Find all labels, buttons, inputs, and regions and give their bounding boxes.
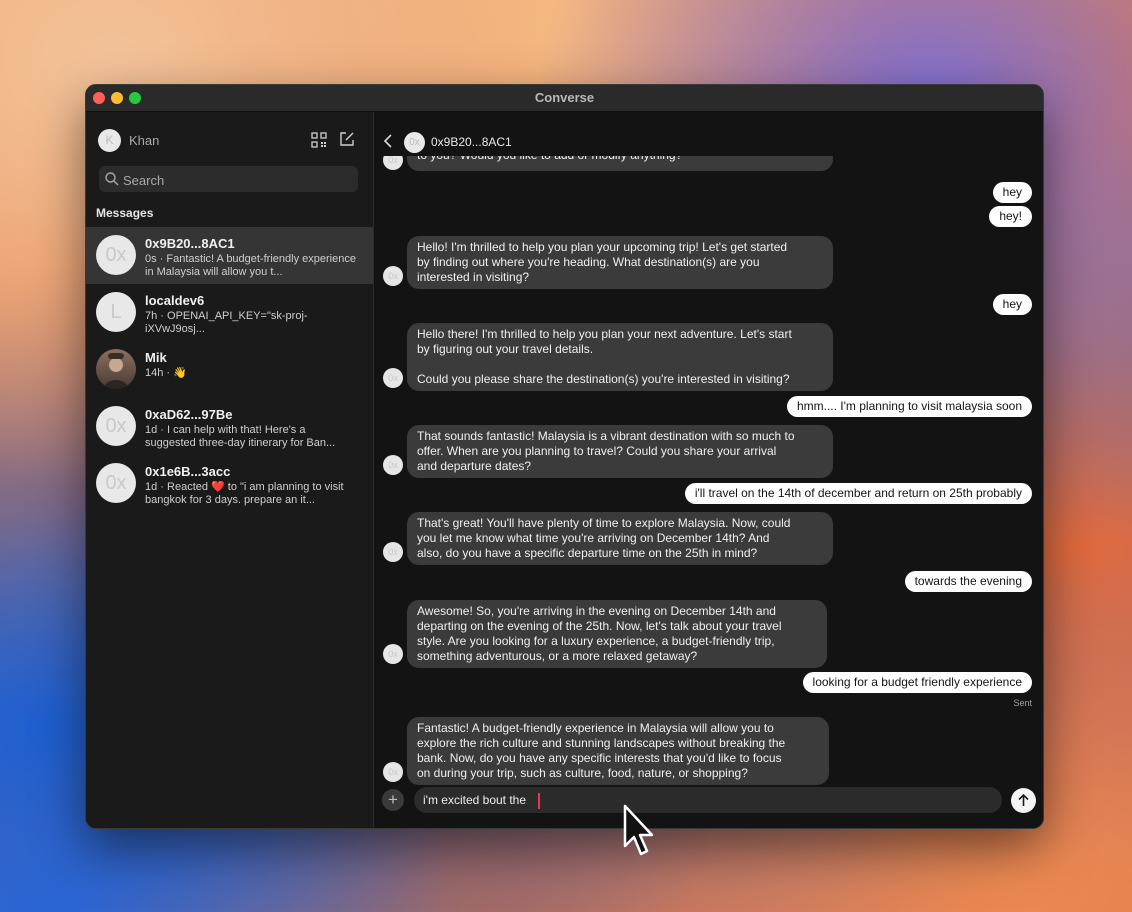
incoming-message: Fantastic! A budget-friendly experience … — [407, 717, 829, 785]
search-box — [99, 166, 358, 194]
mouse-pointer-icon — [623, 804, 654, 856]
incoming-message: That sounds fantastic! Malaysia is a vib… — [407, 425, 833, 478]
outgoing-message: hey — [992, 294, 1032, 315]
conversation-item[interactable]: L localdev6 7h · OPENAI_API_KEY="sk-proj… — [86, 284, 373, 341]
chat-header-name[interactable]: 0x9B20...8AC1 — [431, 135, 512, 149]
message-avatar: 0x — [383, 542, 403, 562]
person-photo-icon — [104, 353, 128, 389]
incoming-message: That's great! You'll have plenty of time… — [407, 512, 833, 565]
sent-status: Sent — [1013, 698, 1032, 708]
outgoing-message: hey — [992, 182, 1032, 203]
sidebar: K Khan Messages 0x 0x9B20...8 — [86, 112, 374, 828]
incoming-message: Hello! I'm thrilled to help you plan you… — [407, 236, 833, 289]
conversation-name: 0x1e6B...3acc — [145, 464, 231, 479]
qr-code-icon[interactable] — [310, 131, 328, 149]
conversation-preview: 14h · 👋 — [145, 367, 187, 379]
conversation-name: Mik — [145, 350, 167, 365]
conversation-avatar: L — [96, 292, 136, 332]
composer: + — [374, 778, 1043, 828]
back-chevron-icon[interactable] — [382, 133, 394, 149]
conversation-item[interactable]: 0x 0xaD62...97Be 1d · I can help with th… — [86, 398, 373, 455]
conversation-preview: 1d · I can help with that! Here's a sugg… — [145, 424, 336, 449]
conversation-item[interactable]: Mik 14h · 👋 — [86, 341, 373, 398]
outgoing-message: hmm.... I'm planning to visit malaysia s… — [786, 396, 1032, 417]
message-input[interactable] — [414, 787, 1002, 813]
send-button[interactable] — [1011, 788, 1036, 813]
conversation-avatar: 0x — [96, 406, 136, 446]
conversation-preview: 0s · Fantastic! A budget-friendly experi… — [145, 253, 356, 278]
chat-header-avatar: 0x — [404, 132, 425, 153]
message-avatar: 0x — [383, 644, 403, 664]
arrow-up-icon — [1018, 793, 1029, 806]
message-avatar: 0x — [383, 266, 403, 286]
compose-icon[interactable] — [338, 130, 356, 148]
user-avatar[interactable]: K — [98, 129, 121, 152]
outgoing-message: hey! — [989, 206, 1032, 227]
incoming-message: Awesome! So, you're arriving in the even… — [407, 600, 827, 668]
conversation-name: localdev6 — [145, 293, 205, 308]
message-thread[interactable]: to you? Would you like to add or modify … — [374, 156, 1043, 798]
incoming-message: Hello there! I'm thrilled to help you pl… — [407, 323, 833, 391]
conversation-avatar-photo — [96, 349, 136, 389]
incoming-message: to you? Would you like to add or modify … — [407, 156, 833, 171]
conversation-avatar: 0x — [96, 463, 136, 503]
text-caret — [538, 793, 540, 809]
add-attachment-button[interactable]: + — [382, 789, 404, 811]
title-bar: Converse — [86, 85, 1043, 112]
conversation-item[interactable]: 0x 0x9B20...8AC1 0s · Fantastic! A budge… — [86, 227, 373, 284]
search-icon — [105, 172, 119, 186]
conversation-preview: 1d · Reacted ❤️ to "i am planning to vis… — [145, 481, 344, 506]
conversation-list: 0x 0x9B20...8AC1 0s · Fantastic! A budge… — [86, 227, 373, 512]
chat-panel: 0x 0x9B20...8AC1 to you? Would you like … — [374, 112, 1043, 828]
conversation-name: 0x9B20...8AC1 — [145, 236, 235, 251]
message-avatar: 0x — [383, 156, 403, 170]
conversation-avatar: 0x — [96, 235, 136, 275]
conversation-preview: 7h · OPENAI_API_KEY="sk-proj-iXVwJ9osj..… — [145, 310, 308, 335]
message-avatar: 0x — [383, 368, 403, 388]
outgoing-message: i'll travel on the 14th of december and … — [684, 483, 1032, 504]
conversation-item[interactable]: 0x 0x1e6B...3acc 1d · Reacted ❤️ to "i a… — [86, 455, 373, 512]
user-name: Khan — [129, 133, 160, 148]
outgoing-message: looking for a budget friendly experience — [802, 672, 1032, 693]
message-avatar: 0x — [383, 455, 403, 475]
app-window: Converse K Khan Messages 0 — [85, 84, 1044, 829]
conversation-name: 0xaD62...97Be — [145, 407, 233, 422]
search-input[interactable] — [121, 166, 355, 194]
messages-section-title: Messages — [96, 206, 154, 220]
outgoing-message: towards the evening — [904, 571, 1032, 592]
window-title: Converse — [534, 90, 595, 105]
